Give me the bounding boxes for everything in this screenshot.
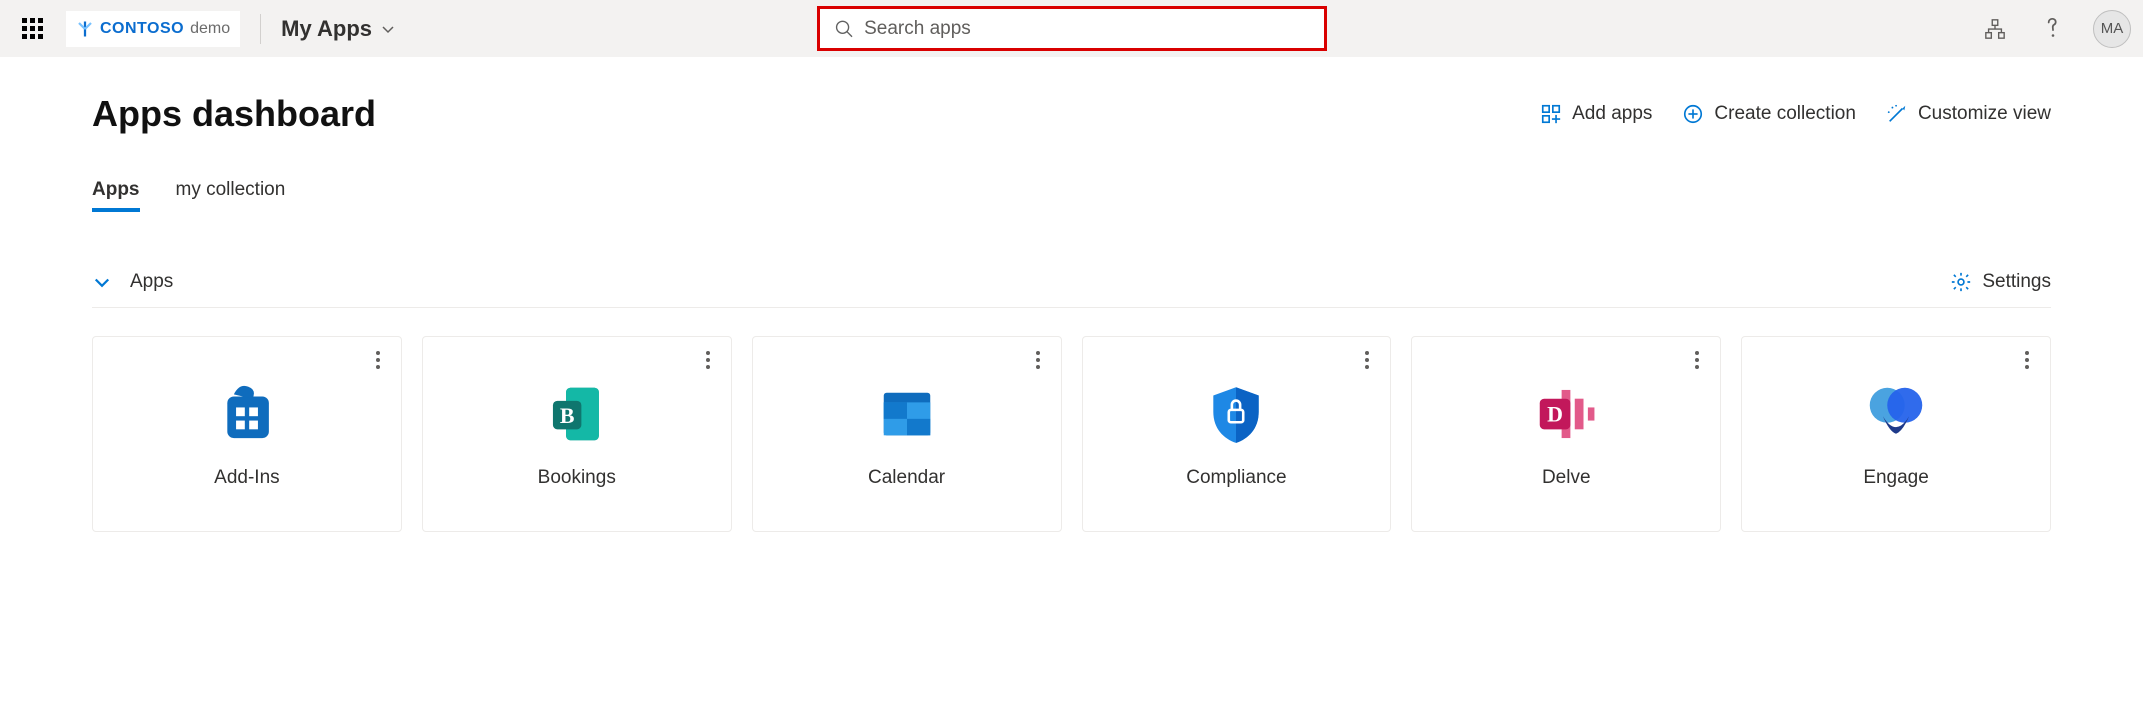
help-icon: [2043, 16, 2063, 42]
card-label: Calendar: [868, 467, 945, 489]
create-collection-icon: [1682, 103, 1704, 125]
card-label: Add-Ins: [214, 467, 279, 489]
card-label: Bookings: [538, 467, 616, 489]
app-launcher-button[interactable]: [12, 9, 52, 49]
app-cards: Add-Ins B Bookings: [92, 336, 2051, 532]
search-box[interactable]: [817, 6, 1327, 51]
avatar[interactable]: MA: [2093, 10, 2131, 48]
card-label: Engage: [1863, 467, 1929, 489]
app-title-dropdown[interactable]: My Apps: [281, 16, 396, 42]
add-apps-button[interactable]: Add apps: [1540, 103, 1652, 125]
app-card-bookings[interactable]: B Bookings: [422, 336, 732, 532]
section-title: Apps: [130, 271, 173, 293]
search-input[interactable]: [864, 18, 1309, 40]
org-structure-button[interactable]: [1977, 11, 2013, 47]
tab-label: my collection: [176, 179, 286, 200]
contoso-logo-icon: [76, 20, 94, 38]
search-container: [817, 6, 1327, 51]
card-more-button[interactable]: [365, 347, 391, 373]
section-head: Apps Settings: [92, 271, 2051, 307]
app-card-delve[interactable]: D Delve: [1411, 336, 1721, 532]
card-more-button[interactable]: [2014, 347, 2040, 373]
org-logo[interactable]: CONTOSO demo: [66, 11, 240, 47]
card-more-button[interactable]: [1025, 347, 1051, 373]
add-apps-label: Add apps: [1572, 103, 1652, 125]
bookings-icon: B: [542, 379, 612, 449]
gear-icon: [1950, 271, 1972, 293]
apps-section: Apps Settings: [92, 271, 2051, 532]
card-more-button[interactable]: [1684, 347, 1710, 373]
waffle-icon: [22, 18, 43, 39]
header-right: MA: [1977, 10, 2131, 48]
engage-icon: [1861, 379, 1931, 449]
page-title: Apps dashboard: [92, 93, 376, 135]
calendar-icon: [872, 379, 942, 449]
search-icon: [834, 18, 855, 40]
chevron-down-icon: [380, 21, 396, 37]
create-collection-label: Create collection: [1714, 103, 1856, 125]
org-suffix-text: demo: [190, 20, 230, 38]
customize-view-button[interactable]: Customize view: [1886, 103, 2051, 125]
avatar-initials: MA: [2101, 20, 2124, 37]
tab-label: Apps: [92, 179, 140, 200]
customize-view-label: Customize view: [1918, 103, 2051, 125]
delve-icon: D: [1531, 379, 1601, 449]
svg-text:D: D: [1547, 403, 1563, 427]
app-card-calendar[interactable]: Calendar: [752, 336, 1062, 532]
org-brand-text: CONTOSO: [100, 20, 184, 38]
more-icon: [2025, 351, 2029, 369]
main-content: Apps dashboard Add apps Create col: [0, 57, 2143, 532]
tabs: Apps my collection: [92, 179, 2051, 211]
section-left: Apps: [92, 271, 173, 293]
header-divider: [260, 14, 261, 44]
more-icon: [376, 351, 380, 369]
section-divider: [92, 307, 2051, 308]
more-icon: [1036, 351, 1040, 369]
section-collapse-toggle[interactable]: [92, 272, 112, 292]
card-more-button[interactable]: [695, 347, 721, 373]
tab-apps[interactable]: Apps: [92, 179, 140, 211]
settings-label: Settings: [1982, 271, 2051, 293]
more-icon: [1365, 351, 1369, 369]
card-more-button[interactable]: [1354, 347, 1380, 373]
app-card-engage[interactable]: Engage: [1741, 336, 2051, 532]
page-heading-row: Apps dashboard Add apps Create col: [92, 93, 2051, 135]
compliance-icon: [1201, 379, 1271, 449]
header-bar: CONTOSO demo My Apps: [0, 0, 2143, 57]
more-icon: [706, 351, 710, 369]
add-apps-icon: [1540, 103, 1562, 125]
page-actions: Add apps Create collection Custo: [1540, 103, 2051, 125]
app-title-text: My Apps: [281, 16, 372, 42]
card-label: Compliance: [1186, 467, 1286, 489]
more-icon: [1695, 351, 1699, 369]
customize-view-icon: [1886, 103, 1908, 125]
svg-text:B: B: [560, 404, 575, 428]
card-label: Delve: [1542, 467, 1591, 489]
app-card-compliance[interactable]: Compliance: [1082, 336, 1392, 532]
app-card-addins[interactable]: Add-Ins: [92, 336, 402, 532]
create-collection-button[interactable]: Create collection: [1682, 103, 1856, 125]
tab-my-collection[interactable]: my collection: [176, 179, 286, 211]
help-button[interactable]: [2035, 11, 2071, 47]
section-settings-button[interactable]: Settings: [1950, 271, 2051, 293]
org-structure-icon: [1984, 18, 2006, 40]
addins-icon: [212, 379, 282, 449]
